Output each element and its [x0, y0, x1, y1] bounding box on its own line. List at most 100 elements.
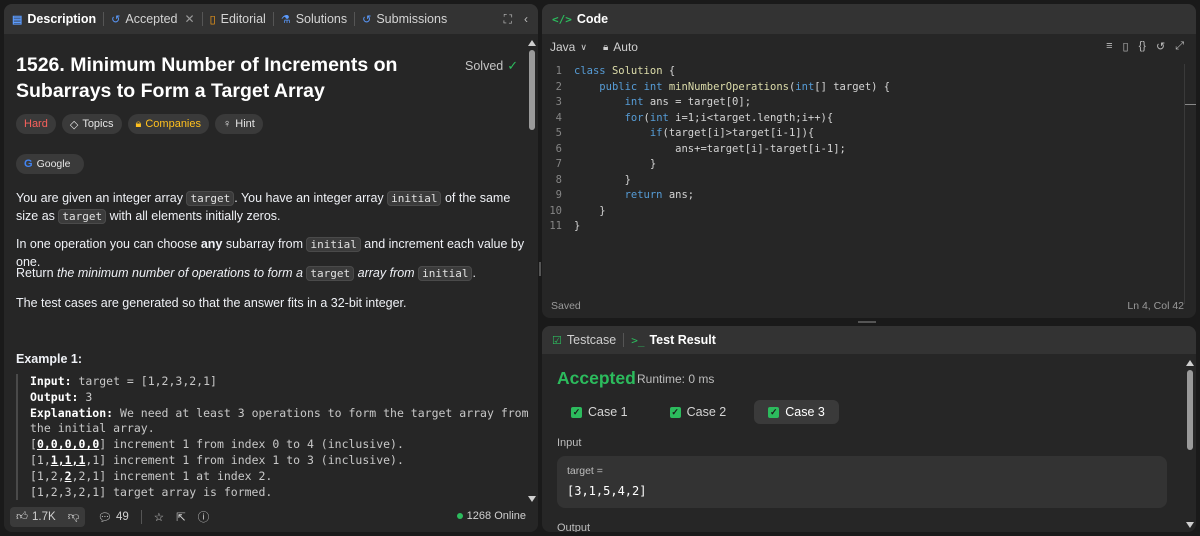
example-step: [0,0,0,0,0] increment 1 from index 0 to …	[30, 437, 404, 452]
collapse-icon[interactable]: ‹	[524, 12, 528, 26]
description-paragraph: Return the minimum number of operations …	[16, 266, 476, 281]
problem-title[interactable]: 1526. Minimum Number of Increments on Su…	[16, 52, 436, 104]
case-tab-1[interactable]: ✓ Case 1	[557, 400, 642, 424]
format-icon[interactable]: ≡	[1106, 40, 1112, 53]
like-button[interactable]: 👍︎ 1.7K 👎︎	[10, 507, 86, 527]
example-step: [1,2,2,2,1] increment 1 at index 2.	[30, 468, 273, 483]
test-scrollbar[interactable]	[1186, 360, 1194, 528]
topics-button[interactable]: ◇ Topics	[61, 114, 122, 134]
example-step: [1,1,1,1,1] increment 1 from index 1 to …	[30, 452, 404, 467]
code-icon: </>	[552, 12, 572, 26]
case-tabs: ✓ Case 1 ✓ Case 2 ✓ Case 3	[557, 400, 839, 424]
horizontal-splitter[interactable]	[858, 320, 876, 324]
scroll-up-icon[interactable]	[1186, 360, 1194, 366]
tab-description[interactable]: ▤ Description	[12, 4, 96, 34]
code-line: 5 if(target[i]>target[i-1]){	[555, 127, 815, 139]
inline-code: target	[186, 191, 235, 206]
maximize-icon[interactable]: ⛶	[504, 12, 512, 27]
description-content[interactable]: 1526. Minimum Number of Increments on Su…	[4, 34, 538, 506]
company-tag-google[interactable]: G Google	[16, 154, 85, 174]
runtime-text: Runtime: 0 ms	[637, 372, 715, 386]
input-label: Input	[557, 437, 582, 449]
save-status: Saved	[551, 300, 581, 312]
share-icon: ⇱	[176, 512, 186, 524]
reset-icon[interactable]: ↺	[1156, 40, 1165, 53]
flask-icon: ⚗	[280, 13, 291, 26]
thumbs-down-icon[interactable]: 👎︎	[68, 510, 80, 524]
help-icon: ⓘ	[197, 512, 210, 524]
terminal-icon: >_	[631, 333, 645, 347]
history-icon: ↺	[111, 13, 121, 26]
scroll-up-icon[interactable]	[528, 40, 536, 46]
online-dot-icon	[456, 513, 463, 519]
code-line: 6 ans+=target[i]-target[i-1];	[555, 142, 846, 155]
code-line: 4 for(int i=1;i<target.length;i++){	[555, 111, 834, 124]
code-toolbar: Java ∨ 🔒︎ Auto	[542, 34, 1196, 60]
google-logo-icon: G	[24, 158, 33, 170]
tab-submissions[interactable]: ↺ Submissions	[362, 4, 447, 34]
thumbs-up-icon: 👍︎	[16, 511, 29, 523]
companies-button[interactable]: 🔒︎ Companies	[127, 114, 209, 134]
comments-button[interactable]: 💬︎ 49	[91, 507, 134, 527]
code-line: 2 public int minNumberOperations(int[] t…	[555, 80, 891, 93]
test-result-panel: ☑ Testcase >_ Test Result Accepted Runti…	[542, 326, 1196, 532]
tab-testcase[interactable]: Testcase	[567, 333, 616, 347]
lock-icon: 🔒︎	[135, 117, 142, 130]
description-panel: ▤ Description ↺ Accepted ✕ ▯ Editorial ⚗…	[4, 4, 538, 532]
case-tab-3[interactable]: ✓ Case 3	[754, 400, 839, 424]
book-icon: ▯	[209, 13, 216, 26]
scrollbar-thumb[interactable]	[1187, 370, 1193, 450]
cursor-position: Ln 4, Col 42	[1127, 300, 1184, 312]
favorite-button[interactable]: ☆	[148, 507, 170, 527]
comment-icon: 💬︎	[97, 512, 112, 524]
description-paragraph: You are given an integer array target. Y…	[16, 191, 511, 224]
inline-code: initial	[306, 237, 361, 252]
panel-actions: ⛶ ‹	[504, 4, 528, 34]
left-tab-bar: ▤ Description ↺ Accepted ✕ ▯ Editorial ⚗…	[4, 4, 538, 34]
code-header: </> Code	[542, 4, 1196, 34]
code-line: 9 return ans;	[555, 189, 695, 201]
description-scrollbar[interactable]	[528, 40, 536, 502]
scroll-down-icon[interactable]	[1186, 522, 1194, 528]
expand-icon[interactable]: ⤢	[1175, 40, 1184, 53]
bookmark-icon[interactable]: ▯	[1123, 40, 1129, 53]
code-editor[interactable]: 1 class Solution { 2 public int minNumber…	[542, 64, 1182, 235]
code-line: 1 class Solution {	[555, 65, 676, 77]
tab-accepted[interactable]: ↺ Accepted ✕	[111, 4, 194, 34]
language-select[interactable]: Java ∨	[550, 40, 587, 54]
tab-divider	[354, 12, 356, 26]
checkbox-icon: ☑	[552, 334, 562, 347]
cursor-marker	[1185, 104, 1196, 105]
example-step: [1,2,3,2,1] target array is formed.	[30, 484, 273, 499]
check-icon: ✓	[669, 406, 681, 418]
tab-divider	[103, 12, 105, 26]
tab-editorial[interactable]: ▯ Editorial	[210, 4, 266, 34]
code-panel: </> Code Java ∨ 🔒︎ Auto ≡ ▯ {} ↺ ⤢ 1 clas…	[542, 4, 1196, 318]
help-button[interactable]: ⓘ	[192, 507, 216, 527]
code-line: 3 int ans = target[0];	[555, 96, 752, 108]
code-scrollbar[interactable]	[1184, 64, 1196, 304]
case-tab-2[interactable]: ✓ Case 2	[656, 400, 741, 424]
tab-test-result[interactable]: Test Result	[649, 333, 715, 347]
tab-divider	[272, 12, 274, 26]
output-label: Output	[557, 522, 591, 532]
star-icon: ☆	[153, 512, 165, 524]
description-paragraph: The test cases are generated so that the…	[16, 296, 407, 310]
code-line: 11}	[549, 220, 581, 232]
check-circle-icon: ✓	[507, 58, 519, 73]
tab-solutions[interactable]: ⚗ Solutions	[281, 4, 347, 34]
input-variable: target =	[567, 465, 603, 477]
test-tab-bar: ☑ Testcase >_ Test Result	[542, 326, 1196, 354]
share-button[interactable]: ⇱	[170, 507, 192, 527]
scrollbar-thumb[interactable]	[529, 50, 535, 130]
close-icon[interactable]: ✕	[185, 12, 195, 26]
autocomplete-mode[interactable]: 🔒︎ Auto	[603, 40, 638, 54]
braces-icon[interactable]: {}	[1139, 40, 1146, 53]
hint-button[interactable]: ♀ Hint	[215, 114, 263, 134]
lock-icon: 🔒︎	[602, 41, 609, 53]
lightbulb-icon: ♀	[223, 118, 232, 130]
description-icon: ▤	[12, 13, 23, 26]
code-line: 10 }	[549, 204, 606, 217]
code-line: 8 }	[555, 173, 631, 186]
example-block: Input: target = [1,2,3,2,1] Output: 3 Ex…	[16, 374, 529, 501]
